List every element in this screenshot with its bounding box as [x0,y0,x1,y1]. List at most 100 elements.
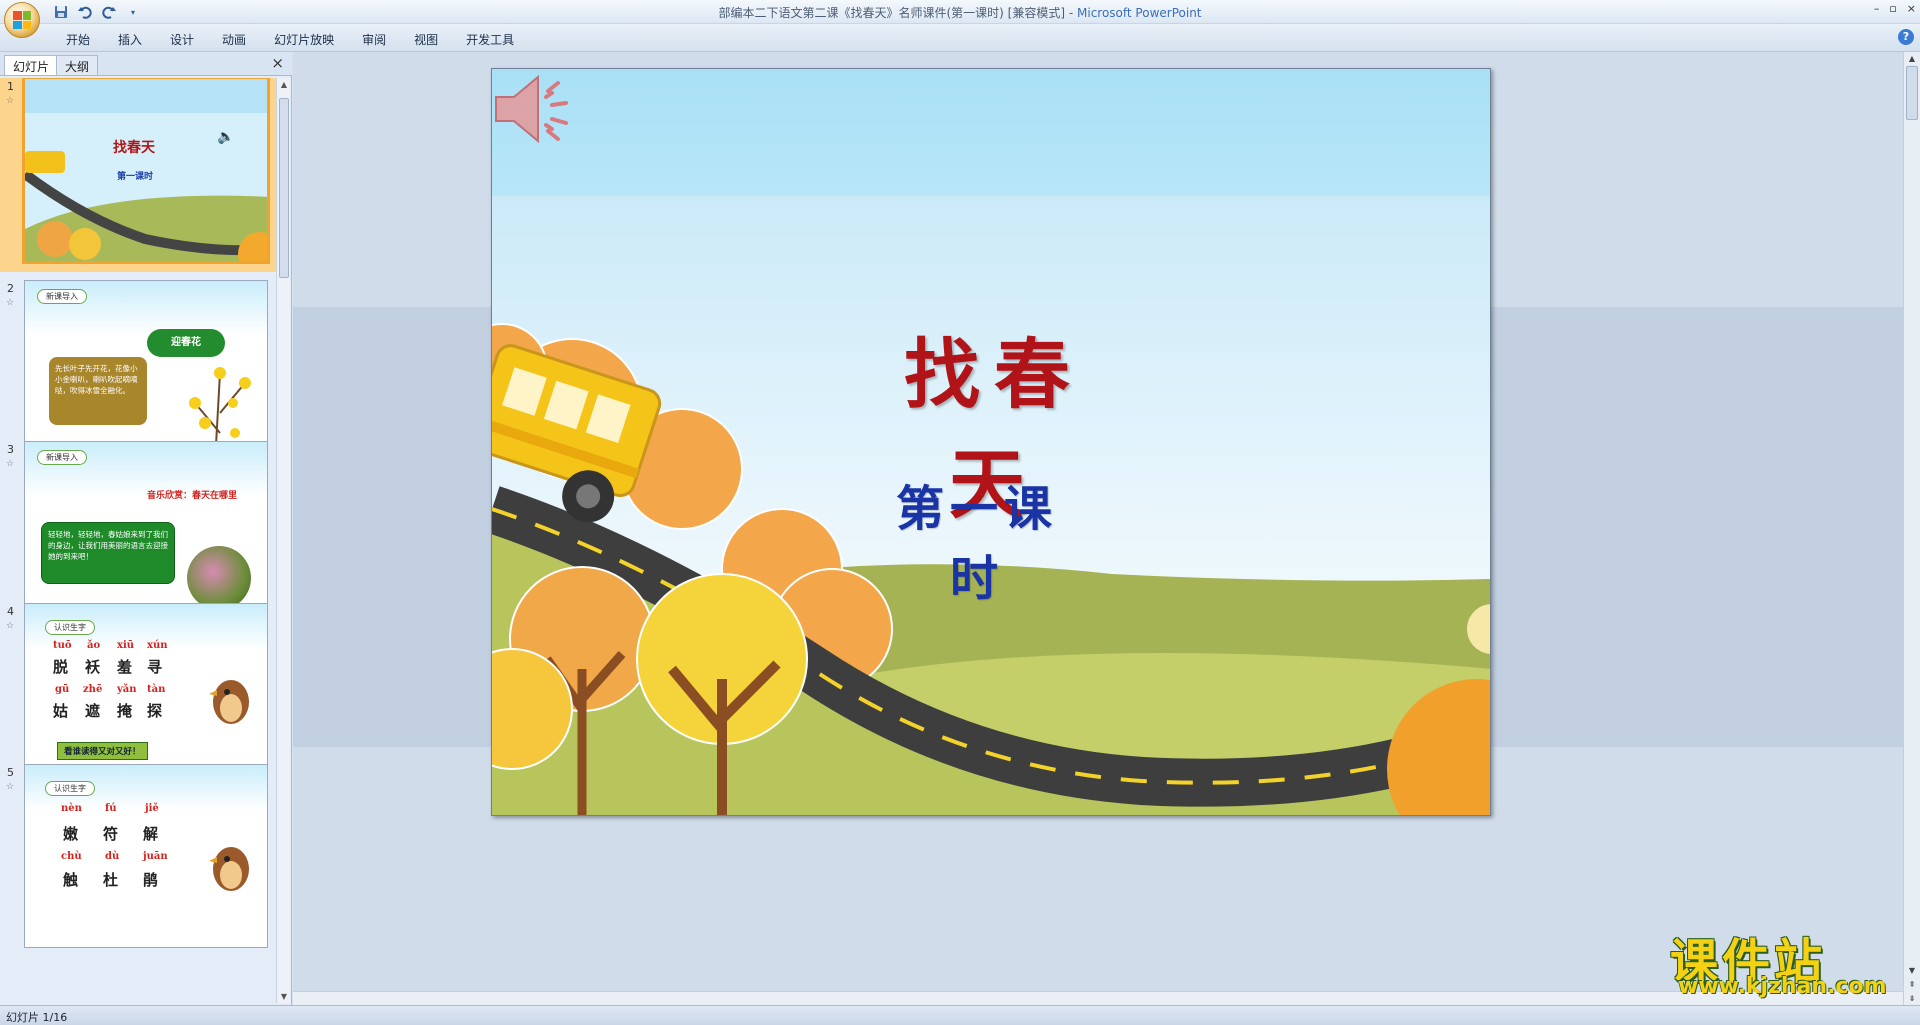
scroll-up-icon[interactable]: ▲ [279,80,289,89]
thumbnail-badge: 认识生字 [45,620,95,635]
tab-developer[interactable]: 开发工具 [452,29,528,50]
slide-thumbnail-1[interactable]: 1 ☆ 找春天 第一课时 🔈 [0,78,276,272]
panel-tabs: 幻灯片 大纲 × [0,52,292,76]
character: 杜 [103,871,119,889]
status-bar: 幻灯片 1/16 [0,1005,1920,1025]
slide-editor: 找春天 第一课时 [293,52,1920,1005]
tab-slideshow[interactable]: 幻灯片放映 [260,29,348,50]
scrollbar-thumb[interactable] [1906,66,1918,120]
ribbon: 开始 插入 设计 动画 幻灯片放映 审阅 视图 开发工具 ? [0,24,1920,52]
animation-star-icon: ☆ [6,621,15,631]
thumbnail-scrollbar[interactable]: ▲ ▼ [276,78,290,1003]
help-icon[interactable]: ? [1898,29,1914,45]
animation-star-icon: ☆ [6,96,15,106]
speaker-icon[interactable] [492,69,582,149]
pinyin: juān [143,851,168,862]
pinyin: gū [55,684,70,695]
restore-button[interactable]: ▫ [1889,2,1896,15]
thumbnail-frame: 找春天 第一课时 🔈 [22,78,270,264]
tab-insert[interactable]: 插入 [104,29,156,50]
office-button[interactable] [4,2,40,38]
slide-subtitle[interactable]: 第一课时 [872,469,1082,609]
bird-image [209,847,249,891]
bird-image [209,680,249,724]
slide-number: 2 [7,282,14,295]
character: 掩 [117,702,133,720]
character: 嫩 [63,825,79,843]
character: 遮 [85,702,101,720]
slide-thumbnail-list: 1 ☆ 找春天 第一课时 🔈 2 ☆ 新课导入 迎春花 先长叶子先开花，花像小小… [0,78,276,1003]
current-slide[interactable]: 找春天 第一课时 [491,68,1491,816]
tab-outline[interactable]: 大纲 [56,55,99,75]
pinyin: tàn [147,684,166,695]
document-title: 部编本二下语文第二课《找春天》名师课件(第一课时) [兼容模式] - [718,6,1077,20]
character: 脱 [53,658,69,676]
pinyin: dù [105,851,120,862]
character: 寻 [147,658,163,676]
window-title: 部编本二下语文第二课《找春天》名师课件(第一课时) [兼容模式] - Micro… [0,4,1920,21]
thumbnail-badge: 新课导入 [37,450,87,465]
slide-thumbnail-5[interactable]: 5 ☆ 认识生字 nèn fú jiě 嫩 符 解 chù dù juān 触 … [0,764,276,958]
office-logo-icon [13,11,31,29]
character: 解 [143,825,159,843]
slides-panel: 幻灯片 大纲 × 1 ☆ 找春天 第一课时 🔈 2 ☆ 新课导入 迎春花 先长叶… [0,52,292,1005]
pinyin: fú [105,803,117,814]
thumbnail-heading: 音乐欣赏：春天在哪里 [147,491,238,501]
editor-horizontal-scrollbar[interactable] [293,991,1903,1005]
animation-star-icon: ☆ [6,298,15,308]
pinyin: yǎn [117,684,137,695]
title-bar: ▾ 部编本二下语文第二课《找春天》名师课件(第一课时) [兼容模式] - Mic… [0,0,1920,24]
animation-star-icon: ☆ [6,459,15,469]
close-panel-icon[interactable]: × [271,54,284,72]
tab-review[interactable]: 审阅 [348,29,400,50]
thumbnail-badge: 认识生字 [45,781,95,796]
watermark-url: www.kjzhan.com [1678,974,1887,999]
thumbnail-subtitle: 第一课时 [117,172,154,182]
character: 探 [147,702,163,720]
character: 鹃 [143,871,159,889]
tab-animations[interactable]: 动画 [208,29,260,50]
pinyin: ǎo [87,640,101,651]
pinyin: jiě [145,803,159,814]
scroll-up-icon[interactable]: ▲ [1906,54,1918,63]
scrollbar-thumb[interactable] [279,98,289,278]
thumbnail-frame: 新课导入 迎春花 先长叶子先开花，花像小小金喇叭，喇叭吹起嘀嘀哒，吹得冰雪全融化… [24,280,268,464]
pinyin: tuō [53,640,72,651]
thumbnail-frame: 新课导入 音乐欣赏：春天在哪里 轻轻地，轻轻地，春姑娘来到了我们的身边，让我们用… [24,441,268,625]
character: 姑 [53,702,69,720]
minimize-button[interactable]: – [1874,2,1880,15]
ribbon-tabs: 开始 插入 设计 动画 幻灯片放映 审阅 视图 开发工具 [52,29,528,50]
powerpoint-window: ▾ 部编本二下语文第二课《找春天》名师课件(第一课时) [兼容模式] - Mic… [0,0,1920,1025]
editor-vertical-scrollbar[interactable]: ▲ ▼ ⇞ ⇟ [1903,52,1920,1005]
pinyin: nèn [61,803,82,814]
thumbnail-text-box: 先长叶子先开花，花像小小金喇叭，喇叭吹起嘀嘀哒，吹得冰雪全融化。 [49,357,147,425]
next-slide-icon[interactable]: ⇟ [1906,994,1918,1003]
scroll-down-icon[interactable]: ▼ [279,992,289,1001]
close-button[interactable]: × [1907,2,1916,15]
character: 触 [63,871,79,889]
character: 符 [103,825,119,843]
thumbnail-frame: 认识生字 nèn fú jiě 嫩 符 解 chù dù juān 触 杜 鹃 [24,764,268,948]
tab-view[interactable]: 视图 [400,29,452,50]
slide-number: 5 [7,766,14,779]
app-name: Microsoft PowerPoint [1077,6,1202,20]
tab-slides[interactable]: 幻灯片 [4,55,59,75]
thumbnail-badge: 新课导入 [37,289,87,304]
pinyin: xiū [117,640,135,651]
thumbnail-frame: 认识生字 tuō ǎo xiū xún 脱 袄 羞 寻 gū zhē yǎn t… [24,603,268,787]
tab-home[interactable]: 开始 [52,29,104,50]
pinyin: chù [61,851,82,862]
animation-star-icon: ☆ [6,782,15,792]
flowers-image [187,546,251,610]
scroll-down-icon[interactable]: ▼ [1906,966,1918,975]
speaker-icon: 🔈 [217,129,235,145]
slide-number: 3 [7,443,14,456]
slide-number: 4 [7,605,14,618]
pinyin: zhē [83,684,103,695]
previous-slide-icon[interactable]: ⇞ [1906,980,1918,989]
character: 袄 [85,658,101,676]
pinyin: xún [147,640,168,651]
slide-counter: 幻灯片 1/16 [6,1011,68,1024]
tab-design[interactable]: 设计 [156,29,208,50]
character: 羞 [117,658,133,676]
